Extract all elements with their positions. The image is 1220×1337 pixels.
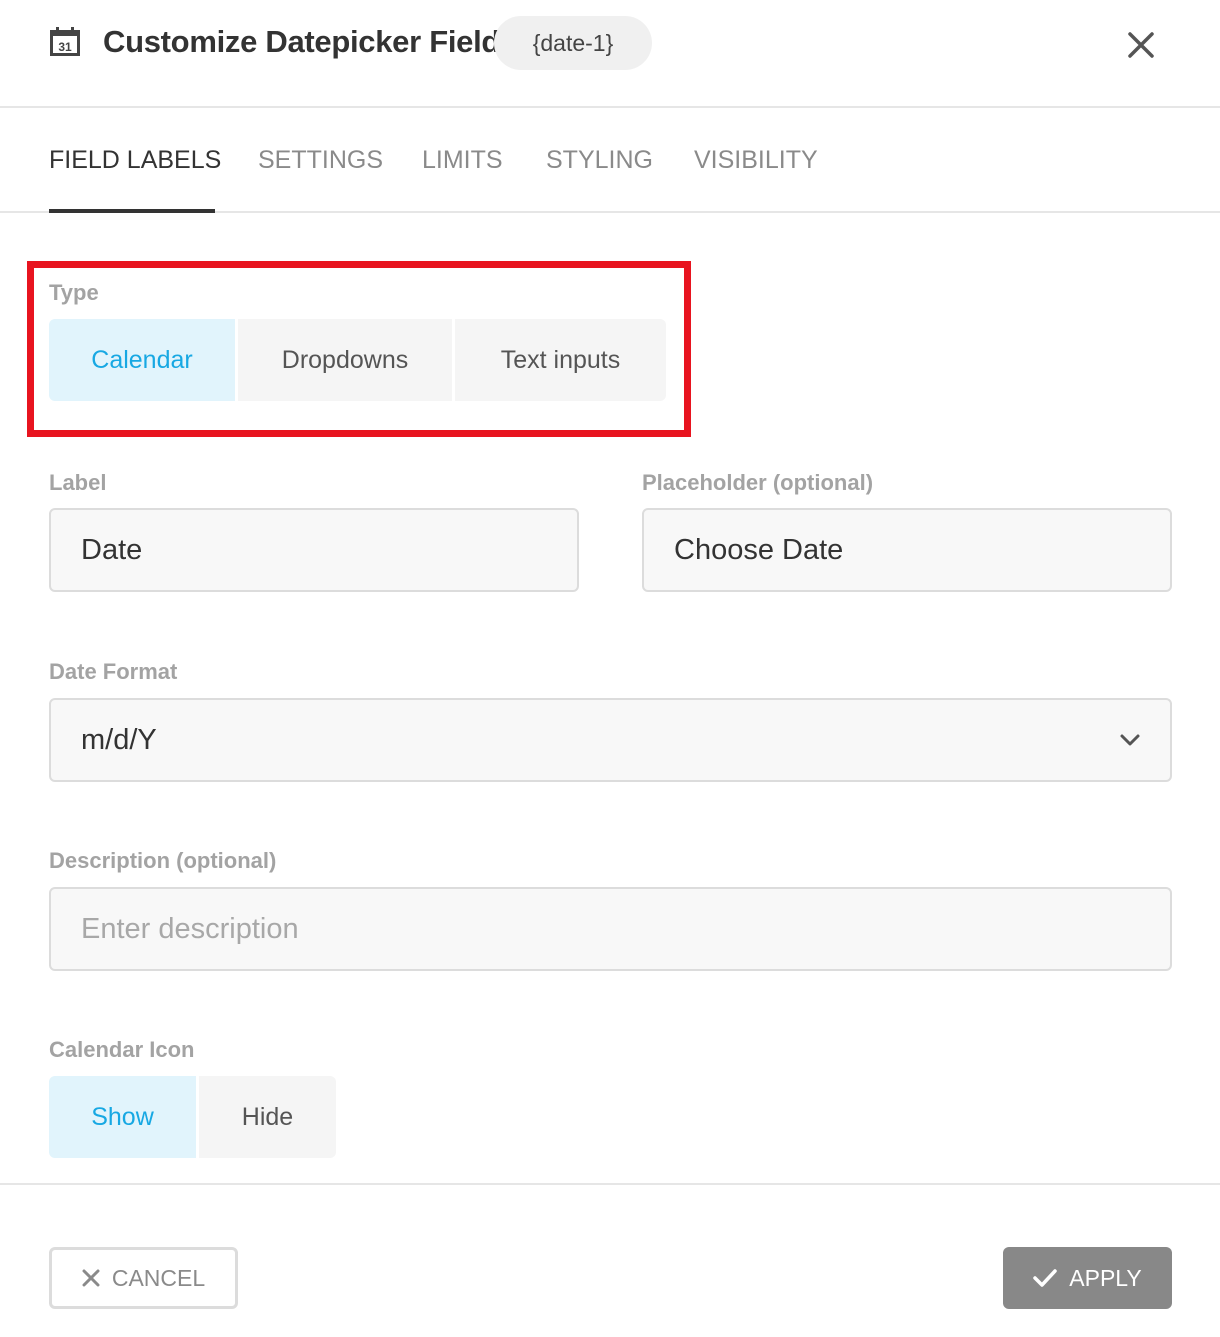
- tab-settings[interactable]: SETTINGS: [258, 146, 383, 175]
- apply-button-label: APPLY: [1069, 1264, 1142, 1291]
- type-option-dropdowns[interactable]: Dropdowns: [238, 319, 452, 401]
- date-format-label: Date Format: [49, 659, 178, 684]
- tab-visibility[interactable]: VISIBILITY: [694, 146, 818, 175]
- apply-button[interactable]: APPLY: [1003, 1247, 1172, 1309]
- footer-divider: [0, 1183, 1220, 1185]
- type-label: Type: [49, 280, 99, 305]
- date-format-value: m/d/Y: [81, 723, 157, 756]
- modal-header: 31 Customize Datepicker Field {date-1}: [0, 0, 1220, 108]
- description-label: Description (optional): [49, 848, 277, 873]
- field-id-tag: {date-1}: [494, 16, 652, 70]
- calendar-icon-label: Calendar Icon: [49, 1037, 195, 1062]
- calendar-icon-option-hide[interactable]: Hide: [199, 1076, 336, 1158]
- close-icon: [82, 1269, 100, 1287]
- calendar-icon-selector: Show Hide: [49, 1076, 336, 1158]
- label-field-label: Label: [49, 470, 107, 495]
- type-option-text-inputs[interactable]: Text inputs: [455, 319, 666, 401]
- label-input[interactable]: Date: [49, 508, 579, 592]
- description-input[interactable]: Enter description: [49, 887, 1172, 971]
- placeholder-input[interactable]: Choose Date: [642, 508, 1172, 592]
- placeholder-field-label: Placeholder (optional): [642, 470, 874, 495]
- tab-bar: FIELD LABELS SETTINGS LIMITS STYLING VIS…: [0, 108, 1220, 213]
- tab-field-labels[interactable]: FIELD LABELS: [49, 146, 221, 175]
- type-option-calendar[interactable]: Calendar: [49, 319, 235, 401]
- modal-title: Customize Datepicker Field: [103, 24, 501, 59]
- tab-styling[interactable]: STYLING: [546, 146, 653, 175]
- cancel-button-label: CANCEL: [111, 1264, 206, 1291]
- tab-limits[interactable]: LIMITS: [422, 146, 503, 175]
- calendar-icon-option-show[interactable]: Show: [49, 1076, 196, 1158]
- close-icon[interactable]: [1123, 27, 1159, 63]
- date-format-select[interactable]: m/d/Y: [49, 698, 1172, 782]
- calendar-icon: 31: [50, 27, 80, 56]
- check-icon: [1033, 1269, 1058, 1287]
- cancel-button[interactable]: CANCEL: [49, 1247, 238, 1309]
- type-selector: Calendar Dropdowns Text inputs: [49, 319, 666, 401]
- calendar-icon-day: 31: [58, 40, 72, 54]
- active-tab-indicator: [49, 209, 215, 213]
- chevron-down-icon: [1120, 734, 1140, 746]
